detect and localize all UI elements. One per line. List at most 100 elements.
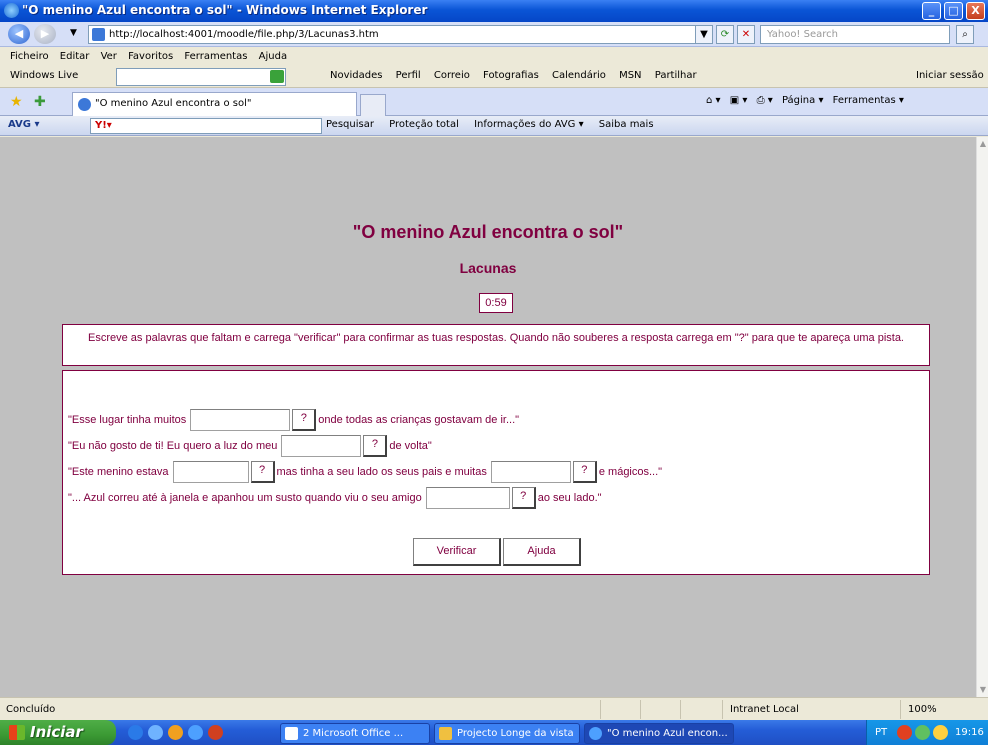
forward-button[interactable]: ▶ bbox=[34, 24, 56, 44]
taskbar: Iniciar 2 Microsoft Office ... Projecto … bbox=[0, 720, 988, 745]
live-link-perfil[interactable]: Perfil bbox=[396, 70, 421, 81]
status-divider bbox=[722, 700, 723, 719]
taskbar-item-office[interactable]: 2 Microsoft Office ... bbox=[280, 723, 430, 744]
check-button[interactable]: Verificar bbox=[413, 538, 501, 566]
live-search-input[interactable] bbox=[116, 68, 286, 86]
quicklaunch-app-icon[interactable] bbox=[208, 725, 223, 740]
menu-editar[interactable]: Editar bbox=[60, 48, 90, 66]
taskbar-item-folder-label: Projecto Longe da vista bbox=[457, 728, 574, 739]
avg-brand[interactable]: AVG ▾ bbox=[8, 119, 40, 130]
search-icon[interactable]: ⌕ bbox=[956, 25, 974, 44]
sentence-3-middle: mas tinha a seu lado os seus pais e muit… bbox=[276, 466, 487, 478]
sentence-2-before: "Eu não gosto de ti! Eu quero a luz do m… bbox=[68, 440, 278, 452]
ie-logo-icon bbox=[4, 3, 19, 18]
vertical-scrollbar[interactable]: ▲ ▼ bbox=[976, 137, 988, 697]
hint-button-1[interactable]: ? bbox=[292, 409, 317, 431]
search-input[interactable]: Yahoo! Search bbox=[760, 25, 950, 44]
office-icon bbox=[285, 727, 298, 740]
page-menu[interactable]: Página ▾ bbox=[782, 95, 824, 106]
back-button[interactable]: ◀ bbox=[8, 24, 30, 44]
page-subtitle: Lacunas bbox=[459, 260, 517, 276]
new-tab-button[interactable] bbox=[360, 94, 386, 116]
print-icon[interactable]: ⎙ ▾ bbox=[757, 95, 773, 106]
gap-input-3[interactable] bbox=[172, 461, 249, 483]
tray-icon[interactable] bbox=[897, 725, 912, 740]
help-button[interactable]: Ajuda bbox=[503, 538, 581, 566]
tab-bar: ★ ✚ "O menino Azul encontra o sol" ⌂ ▾ ▣… bbox=[0, 88, 988, 116]
gap-input-4[interactable] bbox=[490, 461, 571, 483]
tray-icon[interactable] bbox=[933, 725, 948, 740]
close-button[interactable]: X bbox=[966, 2, 985, 20]
zoom-level[interactable]: 100% bbox=[908, 704, 937, 715]
url-text: http://localhost:4001/moodle/file.php/3/… bbox=[109, 29, 379, 40]
tray-icon[interactable] bbox=[915, 725, 930, 740]
maximize-button[interactable]: □ bbox=[944, 2, 963, 20]
tools-menu[interactable]: Ferramentas ▾ bbox=[833, 95, 904, 106]
menu-favoritos[interactable]: Favoritos bbox=[128, 48, 173, 66]
menu-ver[interactable]: Ver bbox=[101, 48, 117, 66]
add-favorites-icon[interactable]: ✚ bbox=[34, 94, 46, 110]
language-indicator[interactable]: PT bbox=[875, 727, 887, 738]
scroll-down-icon[interactable]: ▼ bbox=[978, 685, 988, 695]
menu-ferramentas[interactable]: Ferramentas bbox=[184, 48, 247, 66]
live-link-novidades[interactable]: Novidades bbox=[330, 70, 382, 81]
avg-toolbar: AVG ▾ Y!▾ Pesquisar Proteção total Infor… bbox=[0, 116, 988, 136]
start-label: Iniciar bbox=[30, 723, 83, 741]
sentence-3-after: e mágicos..." bbox=[598, 466, 663, 478]
avg-search-input[interactable]: Y!▾ bbox=[90, 118, 322, 134]
status-text: Concluído bbox=[6, 704, 56, 715]
quicklaunch-ie-icon[interactable] bbox=[188, 725, 203, 740]
quicklaunch-media-icon[interactable] bbox=[168, 725, 183, 740]
taskbar-item-ie[interactable]: "O menino Azul encon... bbox=[584, 723, 734, 744]
scroll-up-icon[interactable]: ▲ bbox=[978, 139, 988, 149]
status-bar: Concluído Intranet Local 100% bbox=[0, 697, 988, 720]
hint-button-4[interactable]: ? bbox=[572, 461, 597, 483]
windows-live-toolbar: Windows Live Novidades Perfil Correio Fo… bbox=[0, 66, 988, 88]
stop-icon[interactable]: ✕ bbox=[737, 25, 755, 44]
exercise-box: "Esse lugar tinha muitos ? onde todas as… bbox=[62, 370, 930, 575]
tab-active[interactable]: "O menino Azul encontra o sol" bbox=[72, 92, 357, 116]
windows-flag-icon bbox=[9, 725, 25, 740]
live-link-correio[interactable]: Correio bbox=[434, 70, 470, 81]
menu-ajuda[interactable]: Ajuda bbox=[259, 48, 287, 66]
address-toolbar: ◀ ▶ ▼ http://localhost:4001/moodle/file.… bbox=[0, 22, 988, 47]
home-icon[interactable]: ⌂ ▾ bbox=[706, 95, 721, 106]
taskbar-item-folder[interactable]: Projecto Longe da vista bbox=[434, 723, 580, 744]
favorites-star-icon[interactable]: ★ bbox=[10, 94, 23, 110]
windows-live-label[interactable]: Windows Live bbox=[10, 70, 78, 81]
avg-info-link[interactable]: Informações do AVG ▾ bbox=[474, 119, 584, 130]
live-link-partilhar[interactable]: Partilhar bbox=[655, 70, 697, 81]
tab-label: "O menino Azul encontra o sol" bbox=[95, 98, 252, 109]
hint-button-2[interactable]: ? bbox=[363, 435, 388, 457]
live-link-fotografias[interactable]: Fotografias bbox=[483, 70, 539, 81]
history-dropdown-icon[interactable]: ▼ bbox=[70, 28, 77, 38]
avg-learn-more-link[interactable]: Saiba mais bbox=[599, 119, 654, 130]
gap-input-5[interactable] bbox=[425, 487, 510, 509]
login-link[interactable]: Iniciar sessão bbox=[916, 70, 984, 81]
hint-button-5[interactable]: ? bbox=[511, 487, 536, 509]
start-button[interactable]: Iniciar bbox=[0, 720, 116, 745]
menu-ficheiro[interactable]: Ficheiro bbox=[10, 48, 49, 66]
avg-search-button[interactable]: Pesquisar bbox=[326, 119, 374, 130]
live-link-calendario[interactable]: Calendário bbox=[552, 70, 606, 81]
sentence-1-before: "Esse lugar tinha muitos bbox=[68, 414, 187, 426]
live-link-msn[interactable]: MSN bbox=[619, 70, 641, 81]
gap-input-1[interactable] bbox=[190, 409, 291, 431]
address-dropdown-icon[interactable]: ▼ bbox=[695, 25, 713, 44]
address-field[interactable]: http://localhost:4001/moodle/file.php/3/… bbox=[88, 25, 708, 44]
status-divider bbox=[680, 700, 681, 719]
hint-button-3[interactable]: ? bbox=[250, 461, 275, 483]
avg-protection-link[interactable]: Proteção total bbox=[389, 119, 459, 130]
window-title: "O menino Azul encontra o sol" - Windows… bbox=[22, 3, 428, 17]
sentence-3-before: "Este menino estava bbox=[68, 466, 169, 478]
quicklaunch-desktop-icon[interactable] bbox=[128, 725, 143, 740]
refresh-icon[interactable]: ⟳ bbox=[716, 25, 734, 44]
minimize-button[interactable]: _ bbox=[922, 2, 941, 20]
live-search-go-icon[interactable] bbox=[270, 70, 284, 83]
folder-icon bbox=[439, 727, 452, 740]
quicklaunch-browser-icon[interactable] bbox=[148, 725, 163, 740]
status-divider bbox=[640, 700, 641, 719]
gap-input-2[interactable] bbox=[281, 435, 362, 457]
window-title-bar[interactable]: "O menino Azul encontra o sol" - Windows… bbox=[0, 0, 988, 22]
feeds-icon[interactable]: ▣ ▾ bbox=[730, 95, 748, 106]
